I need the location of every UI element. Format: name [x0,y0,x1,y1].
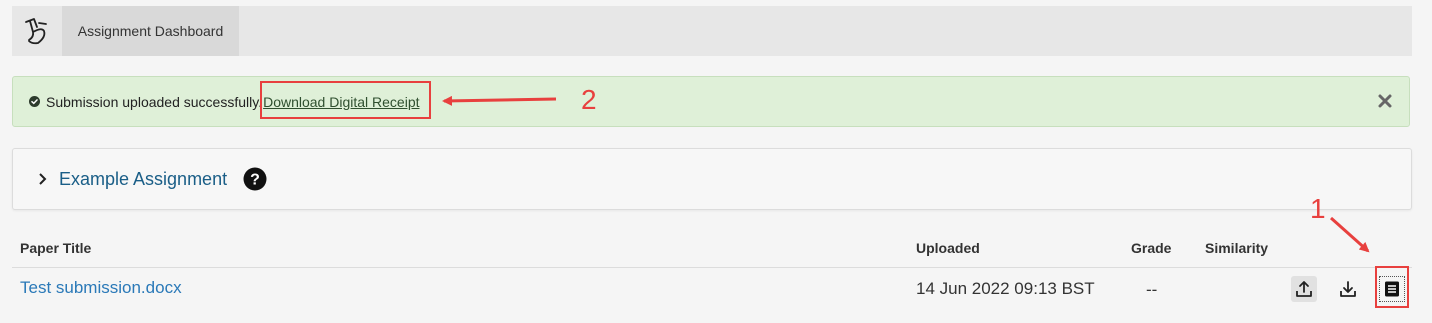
paper-title-link[interactable]: Test submission.docx [20,278,182,298]
check-circle-icon [29,96,40,107]
upload-button[interactable] [1291,276,1317,302]
annotation-arrow-1 [1330,216,1370,253]
turnitin-feedback-studio-logo-icon[interactable] [20,15,52,47]
uploaded-date: 14 Jun 2022 09:13 BST [916,279,1095,298]
alert-message-text: Submission uploaded successfully. [46,93,263,110]
annotation-number-1: 1 [1310,193,1326,224]
success-alert: Submission uploaded successfully. Downlo… [12,76,1410,127]
annotation-box-1 [1375,266,1409,308]
top-navigation-bar: Assignment Dashboard [12,6,1412,56]
download-icon [1340,281,1356,297]
close-icon[interactable] [1377,93,1393,109]
upload-icon [1296,281,1312,297]
assignment-title[interactable]: Example Assignment [59,149,227,209]
chevron-right-icon[interactable] [37,171,49,187]
table-header-divider [12,267,1412,268]
tab-assignment-dashboard-label: Assignment Dashboard [77,23,224,39]
grade-value: -- [1146,280,1158,299]
column-header-similarity: Similarity [1205,240,1269,256]
column-header-uploaded: Uploaded [916,240,980,256]
tab-assignment-dashboard[interactable]: Assignment Dashboard [62,6,239,56]
annotation-number-2: 2 [581,84,597,115]
column-header-grade: Grade [1131,240,1172,256]
column-header-paper-title: Paper Title [20,240,92,256]
question-circle-icon[interactable]: ? [243,167,267,191]
svg-text:?: ? [250,172,260,189]
assignment-panel: Example Assignment ? [12,148,1412,210]
download-button[interactable] [1335,276,1361,302]
annotation-box-2 [260,81,431,119]
